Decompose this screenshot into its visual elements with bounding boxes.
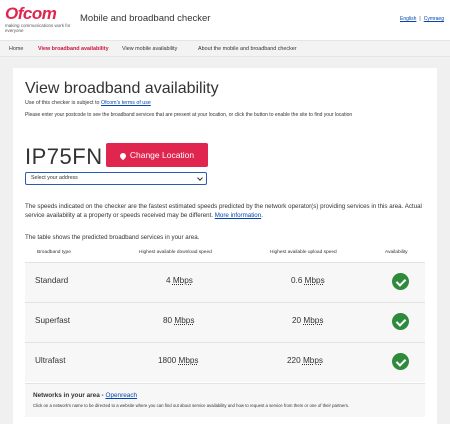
table-row: Standard 4 Mbps 0.6 Mbps (25, 262, 425, 302)
instructions: Please enter your postcode to see the br… (25, 112, 353, 118)
download-speed: 1800 Mbps (158, 356, 199, 365)
upload-speed: 20 Mbps (292, 316, 324, 325)
broadband-type: Ultrafast (35, 356, 66, 365)
content-panel: View broadband availability Use of this … (13, 68, 437, 424)
terms-line: Use of this checker is subject to Ofcom'… (25, 100, 151, 106)
openreach-link[interactable]: Openreach (105, 392, 137, 399)
nav-home[interactable]: Home (9, 41, 23, 57)
networks-description: Click on a network's name to be directed… (33, 403, 350, 408)
table-header: Broadband type Highest available downloa… (25, 246, 425, 262)
download-speed: 80 Mbps (163, 316, 195, 325)
nav-mobile[interactable]: View mobile availability (122, 41, 177, 57)
speed-note: The speeds indicated on the checker are … (25, 202, 423, 220)
broadband-type: Standard (35, 276, 69, 285)
table-intro: The table shows the predicted broadband … (25, 234, 200, 241)
postcode-display: IP75FN (25, 144, 103, 169)
change-location-label: Change Location (129, 150, 195, 160)
table-row: Ultrafast 1800 Mbps 220 Mbps (25, 342, 425, 382)
lang-english-link[interactable]: English (400, 16, 416, 22)
broadband-type: Superfast (35, 316, 71, 325)
header-upload: Highest available upload speed (270, 250, 337, 255)
speed-note-end: . (261, 212, 263, 219)
location-pin-icon (118, 151, 128, 160)
download-speed: 4 Mbps (166, 276, 193, 285)
header-availability: Availability (385, 250, 408, 255)
page-title: View broadband availability (25, 80, 219, 97)
language-switcher: English | Cymraeg (400, 16, 444, 22)
networks-title: Networks in your area - Openreach (33, 392, 138, 399)
networks-box: Networks in your area - Openreach Click … (25, 383, 425, 417)
header-download: Highest available download speed (139, 250, 212, 255)
nav-about[interactable]: About the mobile and broadband checker (198, 41, 297, 57)
address-select[interactable]: Select your address (25, 172, 207, 185)
nav-broadband[interactable]: View broadband availability (38, 41, 109, 57)
header-broadband-type: Broadband type (37, 250, 71, 255)
upload-speed: 220 Mbps (287, 356, 323, 365)
chevron-down-icon (197, 175, 203, 181)
available-check-icon (392, 273, 409, 290)
site-title: Mobile and broadband checker (80, 13, 211, 24)
main-nav: Home View broadband availability View mo… (0, 40, 450, 57)
site-header: Ofcom making communications work for eve… (0, 0, 450, 40)
terms-prefix: Use of this checker is subject to (25, 100, 100, 106)
logo-tagline: making communications work for everyone (5, 23, 71, 33)
terms-link[interactable]: Ofcom's terms of use (101, 100, 151, 106)
upload-speed: 0.6 Mbps (291, 276, 325, 285)
lang-welsh-link[interactable]: Cymraeg (424, 16, 444, 22)
more-information-link[interactable]: More information (215, 212, 261, 219)
available-check-icon (392, 353, 409, 370)
logo-word: Ofcom (5, 4, 57, 23)
ofcom-logo[interactable]: Ofcom making communications work for eve… (5, 5, 75, 35)
change-location-button[interactable]: Change Location (106, 143, 208, 167)
lang-separator: | (419, 16, 421, 22)
address-select-value: Select your address (31, 175, 78, 181)
available-check-icon (392, 313, 409, 330)
table-row: Superfast 80 Mbps 20 Mbps (25, 302, 425, 342)
